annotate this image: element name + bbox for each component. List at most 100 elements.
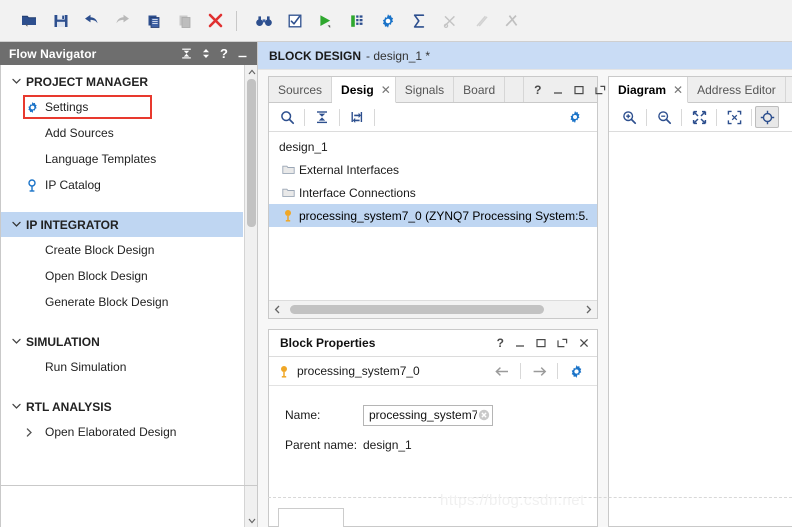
sidebar-item-language-templates[interactable]: Language Templates — [1, 146, 243, 172]
scroll-left-arrow-icon[interactable] — [269, 301, 286, 318]
sidebar-item-generate-block-design[interactable]: Generate Block Design — [1, 289, 243, 315]
scrollbar-thumb[interactable] — [247, 79, 256, 227]
sidebar-vertical-scrollbar[interactable] — [244, 65, 257, 527]
folder-icon — [277, 164, 299, 175]
design-tabstrip: Sources Desig ✕ Signals Board ? — [269, 77, 605, 103]
field-label: Parent name: — [285, 438, 358, 452]
sidebar-section-rtl-analysis[interactable]: RTL ANALYSIS — [1, 394, 243, 419]
diagram-canvas[interactable] — [609, 132, 792, 526]
expand-all-icon[interactable] — [343, 106, 371, 129]
block-properties-subject: processing_system7_0 — [297, 364, 420, 378]
checkbox-icon[interactable] — [279, 6, 310, 36]
tab-label: Address Editor — [697, 82, 776, 97]
flow-navigator-list: PROJECT MANAGER Settings Add Sources Lan… — [1, 65, 257, 445]
minimize-icon[interactable] — [237, 48, 248, 59]
scroll-up-arrow-icon[interactable] — [245, 65, 257, 78]
sidebar-item-label: Add Sources — [45, 126, 114, 140]
crosshair-target-icon[interactable] — [755, 106, 779, 128]
collapse-all-icon[interactable] — [308, 106, 336, 129]
folder-icon — [277, 187, 299, 198]
tab-address-editor[interactable]: Address Editor — [688, 77, 786, 102]
tab-diagram[interactable]: Diagram ✕ — [609, 77, 689, 103]
block-icon — [277, 209, 299, 222]
tab-sources[interactable]: Sources — [269, 77, 333, 102]
sidebar-section-simulation[interactable]: SIMULATION — [1, 329, 243, 354]
minimize-icon[interactable] — [553, 85, 563, 95]
design-tree-hscrollbar[interactable] — [269, 300, 597, 318]
pin-icon — [26, 178, 45, 192]
maximize-icon[interactable] — [573, 85, 584, 95]
close-icon[interactable]: ✕ — [381, 83, 391, 97]
tree-node-design-1[interactable]: design_1 — [269, 135, 597, 158]
tree-node-external-interfaces[interactable]: External Interfaces — [269, 158, 597, 181]
settings-gear-icon[interactable] — [561, 106, 589, 129]
run-play-icon[interactable] — [310, 6, 341, 36]
hscroll-thumb[interactable] — [290, 305, 544, 314]
report-bars-icon[interactable] — [341, 6, 372, 36]
minimize-icon[interactable] — [515, 338, 525, 348]
tree-node-processing-system7-0[interactable]: processing_system7_0 (ZYNQ7 Processing S… — [269, 204, 597, 227]
design-window-controls: ? — [523, 77, 613, 102]
tabstrip-filler — [505, 77, 523, 102]
expand-all-icon[interactable] — [201, 48, 211, 59]
sidebar-section-ip-integrator[interactable]: IP INTEGRATOR — [1, 212, 243, 237]
tab-signals[interactable]: Signals — [396, 77, 455, 102]
sidebar-item-run-simulation[interactable]: Run Simulation — [1, 354, 243, 380]
float-icon[interactable] — [557, 338, 568, 348]
close-icon[interactable] — [579, 338, 589, 348]
back-arrow-icon[interactable] — [489, 360, 515, 382]
tab-label: Signals — [404, 82, 445, 97]
tree-node-interface-connections[interactable]: Interface Connections — [269, 181, 597, 204]
save-icon[interactable] — [45, 6, 76, 36]
scroll-down-arrow-icon[interactable] — [245, 514, 257, 527]
toolbar-group-file — [14, 0, 231, 41]
sidebar-item-create-block-design[interactable]: Create Block Design — [1, 237, 243, 263]
sidebar-item-open-elaborated-design[interactable]: Open Elaborated Design — [1, 419, 243, 445]
paste-icon[interactable] — [169, 6, 200, 36]
binoculars-icon[interactable] — [248, 6, 279, 36]
hscroll-track[interactable] — [286, 301, 580, 318]
flow-navigator-header: Flow Navigator ? — [0, 42, 257, 65]
bottom-tab-stub[interactable] — [278, 508, 344, 527]
field-row-parent-name: Parent name: design_1 — [285, 430, 597, 460]
toolbar-separator — [681, 108, 682, 126]
help-icon[interactable]: ? — [497, 336, 504, 350]
float-icon[interactable] — [594, 85, 606, 95]
sidebar-item-add-sources[interactable]: Add Sources — [1, 120, 243, 146]
scroll-right-arrow-icon[interactable] — [580, 301, 597, 318]
open-folder-icon[interactable] — [14, 6, 45, 36]
toolbar-separator — [236, 10, 237, 31]
chevron-down-icon — [12, 338, 26, 345]
collapse-all-icon[interactable] — [181, 48, 192, 59]
help-icon[interactable]: ? — [534, 83, 541, 97]
sidebar-item-open-block-design[interactable]: Open Block Design — [1, 263, 243, 289]
close-x-icon[interactable] — [200, 6, 231, 36]
zoom-region-icon[interactable] — [720, 106, 748, 129]
zoom-in-icon[interactable] — [615, 106, 643, 129]
tab-design[interactable]: Desig ✕ — [332, 77, 396, 103]
field-row-name: Name: processing_system7_0 — [285, 400, 597, 430]
work-area: BLOCK DESIGN - design_1 * Sources Desig … — [258, 42, 792, 527]
main-toolbar — [0, 0, 792, 42]
sidebar-item-ip-catalog[interactable]: IP Catalog — [1, 172, 243, 198]
copy-icon[interactable] — [138, 6, 169, 36]
clear-icon[interactable] — [477, 409, 490, 422]
tab-board[interactable]: Board — [454, 77, 506, 102]
divider — [557, 363, 558, 379]
gear-icon[interactable] — [563, 360, 589, 382]
close-icon[interactable]: ✕ — [673, 83, 683, 97]
name-input[interactable]: processing_system7_0 — [363, 404, 493, 426]
undo-icon[interactable] — [76, 6, 107, 36]
forward-arrow-icon[interactable] — [526, 360, 552, 382]
zoom-out-icon[interactable] — [650, 106, 678, 129]
gear-icon[interactable] — [372, 6, 403, 36]
search-icon[interactable] — [273, 106, 301, 129]
redo-icon[interactable] — [107, 6, 138, 36]
sidebar-section-project-manager[interactable]: PROJECT MANAGER — [1, 69, 243, 94]
sidebar-item-settings[interactable]: Settings — [1, 94, 243, 120]
sigma-icon[interactable] — [403, 6, 434, 36]
fit-to-screen-icon[interactable] — [685, 106, 713, 129]
help-icon[interactable]: ? — [220, 47, 228, 60]
design-tree: design_1 External Interfaces Interface C… — [269, 132, 597, 300]
maximize-icon[interactable] — [536, 338, 546, 348]
